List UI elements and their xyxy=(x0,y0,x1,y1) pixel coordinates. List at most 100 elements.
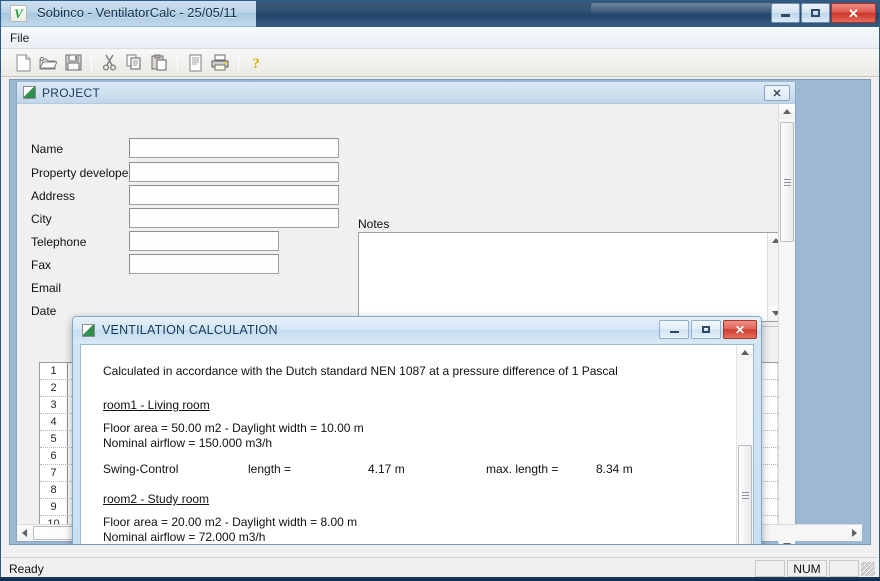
ventilation-dialog-controls: ✕ xyxy=(659,320,757,339)
room-heading: room1 - Living room xyxy=(103,398,210,412)
ventilation-minimize-button[interactable] xyxy=(659,320,689,339)
row-number: 9 xyxy=(40,499,68,515)
notes-box[interactable] xyxy=(358,232,783,322)
row-number: 8 xyxy=(40,482,68,498)
property-developer-field[interactable] xyxy=(129,162,339,182)
floor-area-line: Floor area = 50.00 m2 - Daylight width =… xyxy=(103,421,364,435)
ventilation-restore-button[interactable] xyxy=(691,320,721,339)
close-icon: ✕ xyxy=(734,322,746,337)
calculation-intro: Calculated in accordance with the Dutch … xyxy=(103,364,618,378)
scroll-up-icon[interactable] xyxy=(737,345,752,360)
form-row-city: City xyxy=(31,209,131,229)
toolbar-separator xyxy=(238,54,239,71)
row-number: 2 xyxy=(40,380,68,396)
scroll-right-icon[interactable] xyxy=(847,525,862,540)
application-window: V Sobinco - VentilatorCalc - 25/05/11 ✕ … xyxy=(0,0,880,581)
form-row-telephone: Telephone xyxy=(31,232,131,252)
status-panel-num: NUM xyxy=(787,560,827,577)
row-number: 6 xyxy=(40,448,68,464)
project-title: PROJECT xyxy=(42,86,101,100)
row-number: 3 xyxy=(40,397,68,413)
close-icon: ✕ xyxy=(848,5,859,21)
status-panel-3 xyxy=(829,560,859,577)
minimize-icon xyxy=(669,331,679,333)
restore-button[interactable] xyxy=(801,3,830,23)
ventilation-report-text[interactable]: Calculated in accordance with the Dutch … xyxy=(81,345,736,544)
mdi-client-area: PROJECT ✕ Name Property developer Addres… xyxy=(9,79,871,545)
telephone-field[interactable] xyxy=(129,231,279,251)
notes-label: Notes xyxy=(358,217,390,231)
print-preview-icon[interactable] xyxy=(183,51,207,74)
room-heading: room2 - Study room xyxy=(103,492,210,506)
open-icon[interactable] xyxy=(36,51,60,74)
field-label: Address xyxy=(31,189,76,203)
floor-area-line: Floor area = 20.00 m2 - Daylight width =… xyxy=(103,515,358,529)
toolbar-separator xyxy=(177,54,178,71)
nominal-airflow-line: Nominal airflow = 150.000 m3/h xyxy=(103,436,273,450)
row-number: 1 xyxy=(40,363,68,379)
desktop-background xyxy=(0,577,880,581)
project-close-button[interactable]: ✕ xyxy=(764,85,790,101)
save-icon[interactable] xyxy=(61,51,85,74)
svg-text:?: ? xyxy=(252,56,260,72)
max-length-value: 8.34 m xyxy=(596,462,633,476)
ventilation-content-panel: Calculated in accordance with the Dutch … xyxy=(80,344,754,544)
project-vertical-scrollbar[interactable] xyxy=(778,104,795,544)
field-label: Name xyxy=(31,142,64,156)
window-title: Sobinco - VentilatorCalc - 25/05/11 xyxy=(37,5,237,20)
field-label: Email xyxy=(31,281,62,295)
copy-icon[interactable] xyxy=(122,51,146,74)
toolbar: ? xyxy=(1,49,879,77)
rooms-report-container: room1 - Living room Floor area = 50.00 m2… xyxy=(103,399,736,544)
window-controls: ✕ xyxy=(770,3,876,23)
restore-icon xyxy=(811,9,820,17)
field-label: City xyxy=(31,212,52,226)
menu-item-file[interactable]: File xyxy=(1,29,38,47)
field-label: Fax xyxy=(31,258,52,272)
ventilation-vertical-scrollbar[interactable] xyxy=(736,345,753,544)
city-field[interactable] xyxy=(129,208,339,228)
fax-field[interactable] xyxy=(129,254,279,274)
minimize-icon xyxy=(781,14,790,17)
field-label: Property developer xyxy=(31,166,133,180)
name-field[interactable] xyxy=(129,138,339,158)
ventilation-dialog-title: VENTILATION CALCULATION xyxy=(102,323,278,337)
paste-icon[interactable] xyxy=(147,51,171,74)
minimize-button[interactable] xyxy=(771,3,800,23)
ventilation-close-button[interactable]: ✕ xyxy=(723,320,757,339)
cut-icon[interactable] xyxy=(97,51,121,74)
vertical-scroll-thumb[interactable] xyxy=(738,445,752,544)
project-window-icon xyxy=(23,86,36,99)
title-bar-highlight xyxy=(591,3,771,15)
new-icon[interactable] xyxy=(11,51,35,74)
address-field[interactable] xyxy=(129,185,339,205)
ventilation-calculation-dialog: VENTILATION CALCULATION ✕ Calculated in … xyxy=(72,316,762,544)
vertical-scroll-thumb[interactable] xyxy=(780,122,794,242)
toolbar-separator xyxy=(91,54,92,71)
scroll-left-icon[interactable] xyxy=(17,525,32,540)
status-panel-1 xyxy=(755,560,785,577)
scroll-up-icon[interactable] xyxy=(779,104,794,119)
status-bar: Ready NUM xyxy=(2,557,878,579)
row-number: 5 xyxy=(40,431,68,447)
length-value: 4.17 m xyxy=(368,462,405,476)
field-label: Telephone xyxy=(31,235,87,249)
form-row-email: Email xyxy=(31,278,131,298)
title-bar: V Sobinco - VentilatorCalc - 25/05/11 ✕ xyxy=(1,1,879,27)
product-spec-row: Swing-Control length = 4.17 m max. length =… xyxy=(103,463,736,475)
app-logo-icon: V xyxy=(10,5,27,22)
close-button[interactable]: ✕ xyxy=(831,3,876,23)
form-row-fax: Fax xyxy=(31,255,131,275)
resize-grip-icon[interactable] xyxy=(861,561,875,576)
room-report-block: room1 - Living room Floor area = 50.00 m2… xyxy=(103,399,736,493)
print-icon[interactable] xyxy=(208,51,232,74)
ventilation-dialog-title-bar: VENTILATION CALCULATION ✕ xyxy=(73,317,761,343)
help-icon[interactable]: ? xyxy=(244,51,268,74)
form-row-name: Name xyxy=(31,139,131,159)
ventilation-dialog-icon xyxy=(82,324,95,337)
product-name: Swing-Control xyxy=(103,462,179,476)
room-report-block: room2 - Study room Floor area = 20.00 m2 … xyxy=(103,492,736,544)
status-message: Ready xyxy=(9,561,44,576)
nominal-airflow-line: Nominal airflow = 72.000 m3/h xyxy=(103,530,266,544)
